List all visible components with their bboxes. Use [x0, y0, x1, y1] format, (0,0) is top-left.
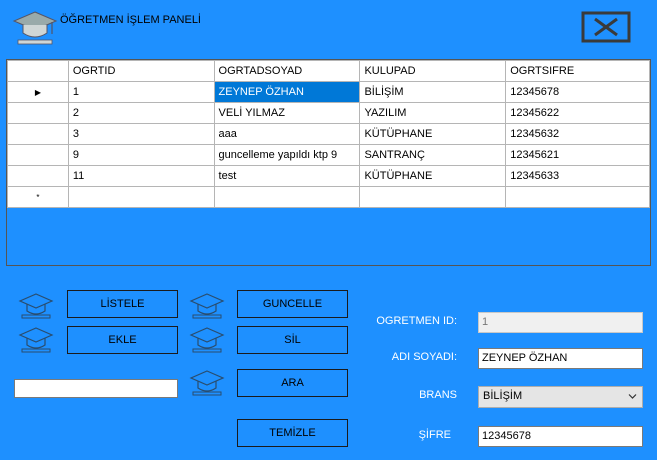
- row-header[interactable]: [7, 102, 69, 124]
- window-title: ÖĞRETMEN İŞLEM PANELİ: [60, 14, 201, 26]
- table-cell[interactable]: [505, 186, 650, 208]
- ekle-button[interactable]: EKLE: [67, 326, 178, 354]
- graduation-cap-icon: [18, 293, 54, 319]
- chevron-down-icon: [628, 394, 637, 399]
- ogretmen-id-field: 1: [478, 312, 643, 333]
- table-cell[interactable]: 11: [67, 165, 215, 187]
- column-header-ogrtsifre[interactable]: OGRTSIFRE: [505, 60, 650, 82]
- table-cell[interactable]: guncelleme yapıldı ktp 9: [213, 144, 361, 166]
- table-cell[interactable]: SANTRANÇ: [359, 144, 507, 166]
- brans-label: BRANS: [419, 389, 457, 401]
- table-cell[interactable]: YAZILIM: [359, 102, 507, 124]
- table-cell[interactable]: KÜTÜPHANE: [359, 123, 507, 145]
- graduation-cap-icon: [189, 370, 225, 396]
- table-cell[interactable]: [213, 186, 361, 208]
- table-cell[interactable]: 12345621: [505, 144, 650, 166]
- ara-button[interactable]: ARA: [237, 369, 348, 397]
- column-header-ogrtid[interactable]: OGRTID: [67, 60, 215, 82]
- table-row[interactable]: 11 test KÜTÜPHANE 12345633: [7, 165, 650, 187]
- table-cell[interactable]: 2: [67, 102, 215, 124]
- new-row-marker[interactable]: *: [7, 186, 69, 208]
- table-cell[interactable]: 12345633: [505, 165, 650, 187]
- table-cell[interactable]: BİLİŞİM: [359, 81, 507, 103]
- sil-button[interactable]: SİL: [237, 326, 348, 354]
- row-header[interactable]: [7, 123, 69, 145]
- guncelle-button[interactable]: GUNCELLE: [237, 290, 348, 318]
- adi-soyadi-label: ADI SOYADI:: [391, 351, 457, 363]
- search-input[interactable]: [14, 379, 178, 398]
- table-row[interactable]: 2 VELİ YILMAZ YAZILIM 12345622: [7, 102, 650, 124]
- brans-select[interactable]: BİLİŞİM: [478, 386, 643, 408]
- table-cell[interactable]: 1: [67, 81, 215, 103]
- graduation-cap-icon: [189, 293, 225, 319]
- graduation-cap-logo-icon: [12, 11, 58, 45]
- selected-cell[interactable]: ZEYNEP ÖZHAN: [213, 81, 361, 103]
- row-header[interactable]: [7, 165, 69, 187]
- teachers-data-grid[interactable]: OGRTID OGRTADSOYAD KULUPAD OGRTSIFRE ▶ 1…: [6, 59, 651, 266]
- adi-soyadi-field[interactable]: ZEYNEP ÖZHAN: [478, 348, 643, 369]
- table-cell[interactable]: KÜTÜPHANE: [359, 165, 507, 187]
- sifre-field[interactable]: 12345678: [478, 426, 643, 447]
- brans-selected-value: BİLİŞİM: [483, 390, 523, 402]
- ogretmen-id-label: OGRETMEN ID:: [376, 315, 457, 327]
- column-header-kulupad[interactable]: KULUPAD: [359, 60, 507, 82]
- table-cell[interactable]: [67, 186, 215, 208]
- teachers-table: OGRTID OGRTADSOYAD KULUPAD OGRTSIFRE ▶ 1…: [7, 60, 650, 208]
- row-header-corner: [7, 60, 69, 82]
- table-cell[interactable]: test: [213, 165, 361, 187]
- close-icon[interactable]: [581, 11, 631, 43]
- graduation-cap-icon: [189, 327, 225, 353]
- table-cell[interactable]: [359, 186, 507, 208]
- graduation-cap-icon: [18, 327, 54, 353]
- new-row[interactable]: *: [7, 186, 650, 208]
- listele-button[interactable]: LİSTELE: [67, 290, 178, 318]
- table-cell[interactable]: aaa: [213, 123, 361, 145]
- table-header-row: OGRTID OGRTADSOYAD KULUPAD OGRTSIFRE: [7, 60, 650, 82]
- current-row-marker[interactable]: ▶: [7, 81, 69, 103]
- table-cell[interactable]: 9: [67, 144, 215, 166]
- table-cell[interactable]: 12345632: [505, 123, 650, 145]
- row-header[interactable]: [7, 144, 69, 166]
- table-row[interactable]: ▶ 1 ZEYNEP ÖZHAN BİLİŞİM 12345678: [7, 81, 650, 103]
- table-row[interactable]: 9 guncelleme yapıldı ktp 9 SANTRANÇ 1234…: [7, 144, 650, 166]
- table-cell[interactable]: VELİ YILMAZ: [213, 102, 361, 124]
- table-cell[interactable]: 12345622: [505, 102, 650, 124]
- table-cell[interactable]: 12345678: [505, 81, 650, 103]
- temizle-button[interactable]: TEMİZLE: [237, 419, 348, 447]
- table-row[interactable]: 3 aaa KÜTÜPHANE 12345632: [7, 123, 650, 145]
- table-cell[interactable]: 3: [67, 123, 215, 145]
- column-header-ogrtadsoyad[interactable]: OGRTADSOYAD: [213, 60, 361, 82]
- sifre-label: ŞİFRE: [418, 429, 451, 441]
